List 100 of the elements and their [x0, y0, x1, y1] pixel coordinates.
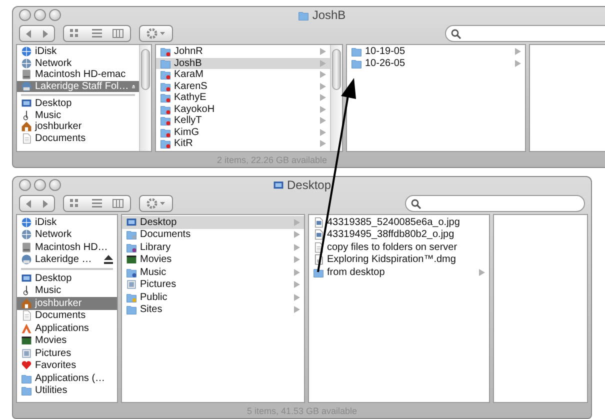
file-item[interactable]: Exploring Kidspiration™.dmg	[309, 254, 489, 266]
file-item[interactable]: JoshB	[156, 58, 330, 69]
film-icon	[21, 335, 32, 346]
scrollbar[interactable]	[139, 45, 151, 151]
file-item[interactable]: Public	[122, 291, 304, 304]
server-icon	[21, 254, 32, 266]
search-icon	[411, 198, 421, 208]
back-forward-button[interactable]	[19, 25, 55, 42]
view-buttons[interactable]	[63, 195, 131, 212]
window-button[interactable]	[19, 179, 31, 191]
file-item[interactable]: 43319495_38ffdb80b2_o.jpg	[309, 228, 489, 241]
house-icon	[21, 121, 32, 132]
sidebar-item[interactable]: Pictures	[17, 347, 117, 360]
file-item[interactable]: KimG	[156, 126, 330, 138]
sidebar-item[interactable]: Applications (…	[17, 372, 117, 384]
globe-icon	[21, 229, 32, 240]
sidebar-item[interactable]: Network	[17, 228, 117, 241]
file-item[interactable]: from desktop	[309, 266, 489, 278]
scrollbar[interactable]	[330, 45, 342, 151]
folder-icon	[126, 304, 137, 316]
file-item[interactable]: 10-19-05	[347, 46, 525, 58]
sidebar-item[interactable]: Desktop	[17, 98, 139, 110]
folder-icon	[160, 104, 171, 115]
view-buttons[interactable]	[63, 25, 131, 42]
eject-icon[interactable]	[104, 255, 113, 264]
folder-icon	[160, 115, 171, 126]
sidebar-item[interactable]: joshburker	[17, 121, 139, 132]
sidebar-item[interactable]: Lakeridge Staff Fol…	[17, 80, 139, 92]
sidebar-item[interactable]: iDisk	[17, 216, 117, 228]
sidebar-item[interactable]: iDisk	[17, 46, 139, 58]
sidebar-item[interactable]: Macintosh HD…	[17, 241, 117, 254]
back-forward-icon	[26, 30, 48, 38]
folder-icon	[21, 385, 32, 396]
gear-icon	[146, 28, 166, 39]
monitor-icon	[126, 216, 137, 228]
action-gear-button[interactable]	[139, 195, 173, 212]
sidebar-item[interactable]: Music	[17, 110, 139, 121]
monitor-icon	[21, 272, 32, 284]
sidebar-item[interactable]: Macintosh HD-emac	[17, 69, 139, 80]
folder-icon	[160, 126, 171, 138]
sidebar-item[interactable]: Network	[17, 58, 139, 69]
file-item[interactable]: copy files to folders on server	[309, 241, 489, 254]
sidebar-item[interactable]: Documents	[17, 132, 139, 144]
globe-icon	[21, 58, 32, 69]
window-title: JoshB	[312, 8, 346, 22]
folder-icon	[351, 46, 362, 58]
document-icon	[313, 242, 324, 253]
window-button[interactable]	[34, 9, 46, 21]
hard-drive-icon	[21, 69, 32, 80]
sidebar-item[interactable]: Favorites	[17, 360, 117, 372]
monitor-icon	[272, 180, 284, 190]
search-field[interactable]	[445, 25, 605, 42]
file-item[interactable]: Documents	[122, 228, 304, 241]
file-item[interactable]: KaraM	[156, 69, 330, 80]
globe-icon	[21, 216, 32, 228]
file-item[interactable]: Library	[122, 241, 304, 254]
sidebar-item[interactable]: Lakeridge …	[17, 254, 117, 266]
folder-icon	[160, 69, 171, 80]
file-item[interactable]: KayokoH	[156, 104, 330, 115]
sidebar-item[interactable]: Utilities	[17, 384, 117, 397]
server-icon	[21, 80, 32, 92]
folder-icon	[351, 58, 362, 69]
house-icon	[21, 298, 32, 309]
sidebar-item[interactable]: Applications	[17, 322, 117, 334]
picture-frame-icon	[21, 348, 32, 359]
window-button[interactable]	[49, 179, 61, 191]
sidebar-item[interactable]: Movies	[17, 334, 117, 347]
gear-icon	[146, 198, 166, 209]
file-item[interactable]: 10-26-05	[347, 58, 525, 69]
action-gear-button[interactable]	[139, 25, 173, 42]
back-forward-button[interactable]	[19, 195, 55, 212]
file-item[interactable]: Desktop	[122, 216, 304, 228]
sidebar-item[interactable]: Music	[17, 284, 117, 297]
folder-icon	[298, 10, 310, 20]
applications-icon	[21, 322, 32, 334]
sidebar-item[interactable]: joshburker	[17, 297, 117, 310]
file-item[interactable]: Music	[122, 266, 304, 278]
window-button[interactable]	[49, 9, 61, 21]
file-item[interactable]: 43319385_5240085e6a_o.jpg	[309, 216, 489, 228]
window-button[interactable]	[19, 9, 31, 21]
file-item[interactable]: JohnR	[156, 46, 330, 58]
file-item[interactable]: KathyE	[156, 92, 330, 104]
image-file-icon	[313, 229, 324, 240]
file-item[interactable]: Pictures	[122, 278, 304, 291]
sidebar-item[interactable]: Documents	[17, 310, 117, 322]
window-button[interactable]	[34, 179, 46, 191]
folder-icon	[126, 242, 137, 253]
folder-icon	[160, 46, 171, 58]
folder-icon	[313, 266, 324, 278]
file-item[interactable]: KellyT	[156, 115, 330, 126]
hard-drive-icon	[21, 242, 32, 253]
film-icon	[126, 254, 137, 266]
file-item[interactable]: Movies	[122, 254, 304, 266]
window-title: Desktop	[286, 178, 332, 192]
heart-icon	[21, 360, 32, 372]
file-item[interactable]: Sites	[122, 304, 304, 316]
search-field[interactable]	[405, 195, 585, 212]
sidebar-item[interactable]: Desktop	[17, 272, 117, 284]
file-item[interactable]: KarenS	[156, 80, 330, 92]
file-item[interactable]: KitR	[156, 138, 330, 150]
